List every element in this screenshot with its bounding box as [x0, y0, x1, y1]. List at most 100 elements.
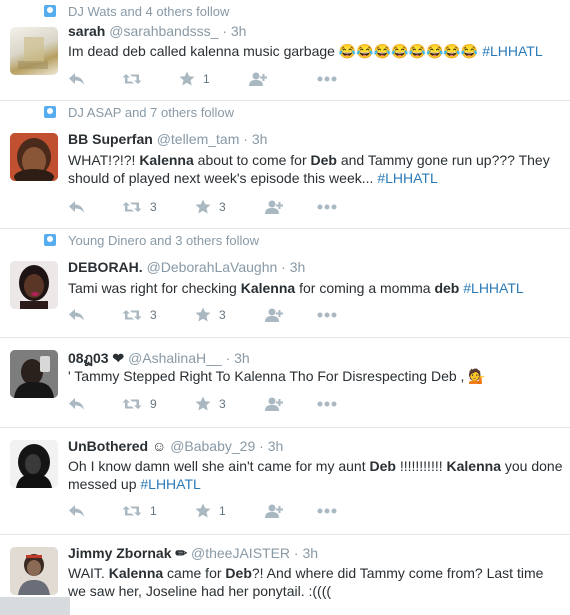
retweet-button[interactable] — [122, 71, 150, 87]
more-button[interactable] — [317, 396, 337, 412]
follow-context: DJ ASAP and 7 others follow — [44, 104, 234, 120]
reply-icon — [69, 308, 84, 321]
more-button[interactable] — [317, 503, 337, 519]
avatar[interactable] — [10, 440, 58, 488]
more-button[interactable] — [317, 199, 337, 215]
star-icon — [195, 199, 211, 214]
reply-button[interactable] — [68, 71, 85, 87]
keyword-highlight: Deb — [310, 152, 337, 168]
retweet-button[interactable]: 3 — [122, 199, 157, 215]
reply-button[interactable] — [68, 199, 85, 215]
tweet[interactable]: UnBothered ☺ @Bababy_29 · 3h Oh I know d… — [0, 428, 570, 535]
timestamp[interactable]: 3h — [231, 23, 247, 39]
more-icon — [317, 401, 337, 407]
username[interactable]: @DeborahLaVaughn — [147, 259, 278, 275]
text-run: ' Tammy Stepped Right To Kalenna Tho For… — [68, 368, 486, 384]
text-run: came for — [163, 565, 226, 581]
display-name[interactable]: sarah — [68, 23, 105, 39]
more-icon — [317, 76, 337, 82]
context-label: Young Dinero and 3 others follow — [68, 232, 260, 248]
avatar[interactable] — [10, 350, 58, 398]
tweet[interactable]: Jimmy Zbornak ✏ @theeJAISTER · 3h WAIT. … — [0, 535, 570, 615]
follow-button[interactable] — [264, 307, 284, 323]
timestamp[interactable]: 3h — [268, 438, 284, 454]
favorite-button[interactable]: 3 — [195, 307, 226, 323]
tweet[interactable]: 08ฏ03 ❤ @AshalinaH__ · 3h ' Tammy Steppe… — [0, 338, 570, 428]
username[interactable]: @tellem_tam — [157, 131, 240, 147]
tweet-text: ' Tammy Stepped Right To Kalenna Tho For… — [68, 367, 564, 385]
display-name[interactable]: Jimmy Zbornak ✏ — [68, 545, 187, 561]
retweet-button[interactable]: 1 — [122, 503, 157, 519]
display-name[interactable]: UnBothered ☺ — [68, 438, 166, 454]
tweet-text: Im dead deb called kalenna music garbage… — [68, 42, 564, 60]
follow-button[interactable] — [264, 396, 284, 412]
retweet-count: 3 — [150, 308, 157, 322]
tweet[interactable]: Young Dinero and 3 others follow DEBORAH… — [0, 229, 570, 338]
favorite-button[interactable]: 1 — [195, 503, 226, 519]
tweet[interactable]: DJ ASAP and 7 others follow BB Superfan … — [0, 101, 570, 229]
username[interactable]: @theeJAISTER — [191, 545, 290, 561]
more-button[interactable] — [317, 307, 337, 323]
hashtag-link[interactable]: #LHHATL — [377, 170, 437, 186]
separator: · — [281, 259, 286, 275]
star-icon — [195, 307, 211, 322]
keyword-highlight: Kalenna — [240, 280, 296, 296]
avatar[interactable] — [10, 547, 58, 595]
avatar[interactable] — [10, 133, 58, 181]
reply-button[interactable] — [68, 307, 85, 323]
timestamp[interactable]: 3h — [252, 131, 268, 147]
tweet[interactable]: DJ Wats and 4 others follow sarah @sarah… — [0, 0, 570, 101]
hashtag-link[interactable]: #LHHATL — [482, 43, 542, 59]
follow-icon — [265, 504, 283, 518]
context-label: DJ ASAP and 7 others follow — [68, 104, 234, 120]
hashtag-link[interactable]: #LHHATL — [463, 280, 523, 296]
display-name[interactable]: BB Superfan — [68, 131, 153, 147]
timestamp[interactable]: 3h — [234, 350, 250, 366]
tweet-text: WAIT. Kalenna came for Deb?! And where d… — [68, 564, 564, 600]
avatar[interactable] — [10, 27, 58, 75]
tweet-header: UnBothered ☺ @Bababy_29 · 3h — [68, 438, 283, 454]
follow-button[interactable] — [264, 503, 284, 519]
follow-context-icon — [44, 106, 56, 118]
follow-context-icon — [44, 234, 56, 246]
follow-context: Young Dinero and 3 others follow — [44, 232, 259, 248]
favorite-button[interactable]: 3 — [195, 396, 226, 412]
retweet-icon — [122, 506, 142, 516]
text-run: Tami was right for checking — [68, 280, 241, 296]
tweet-text: Tami was right for checking Kalenna for … — [68, 279, 564, 297]
favorite-button[interactable]: 3 — [195, 199, 226, 215]
reply-button[interactable] — [68, 503, 85, 519]
more-icon — [317, 312, 337, 318]
timestamp[interactable]: 3h — [302, 545, 318, 561]
retweet-icon — [122, 399, 142, 409]
star-icon — [195, 396, 211, 411]
separator: · — [222, 23, 227, 39]
keyword-highlight: Deb — [369, 458, 396, 474]
favorite-count: 3 — [219, 308, 226, 322]
display-name[interactable]: DEBORAH. — [68, 259, 143, 275]
hashtag-link[interactable]: #LHHATL — [140, 476, 200, 492]
avatar[interactable] — [10, 261, 58, 309]
more-button[interactable] — [317, 71, 337, 87]
reply-button[interactable] — [68, 396, 85, 412]
retweet-button[interactable]: 3 — [122, 307, 157, 323]
star-icon — [195, 503, 211, 518]
favorite-button[interactable]: 1 — [179, 71, 210, 87]
keyword-highlight: Kalenna — [139, 152, 194, 168]
follow-button[interactable] — [264, 199, 284, 215]
follow-icon — [265, 200, 283, 214]
follow-button[interactable] — [248, 71, 268, 87]
username[interactable]: @sarahbandsss_ — [109, 23, 218, 39]
text-run: !!!!!!!!!!! — [395, 458, 447, 474]
timestamp[interactable]: 3h — [290, 259, 306, 275]
tweet-header: DEBORAH. @DeborahLaVaughn · 3h — [68, 259, 305, 275]
text-run: for coming a momma — [295, 280, 435, 296]
display-name[interactable]: 08ฏ03 ❤ — [68, 350, 124, 366]
username[interactable]: @AshalinaH__ — [128, 350, 222, 366]
keyword-highlight: deb — [434, 280, 460, 296]
retweet-icon — [122, 310, 142, 320]
username[interactable]: @Bababy_29 — [170, 438, 255, 454]
retweet-button[interactable]: 9 — [122, 396, 157, 412]
separator: · — [259, 438, 264, 454]
more-icon — [317, 204, 337, 210]
